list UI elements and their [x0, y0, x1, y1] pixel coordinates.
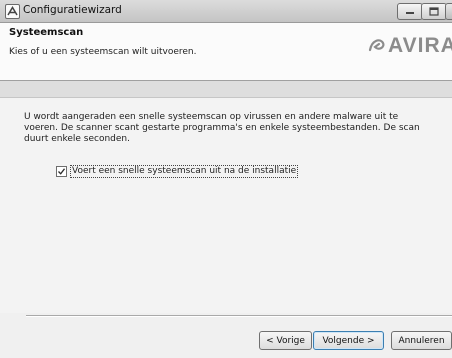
window-title: Configuratiewizard: [23, 4, 122, 16]
avira-logo-icon: [368, 39, 385, 52]
scan-description: U wordt aangeraden een snelle systeemsca…: [24, 112, 420, 144]
close-button[interactable]: [445, 3, 452, 20]
next-button[interactable]: Volgende >: [313, 331, 384, 350]
footer-separator: [26, 315, 452, 317]
avira-logo-text: AVIRA: [388, 34, 452, 57]
page-subtitle: Kies of u een systeemscan wilt uitvoeren…: [9, 47, 197, 57]
wizard-window: Configuratiewizard Systeemscan Kies of u…: [0, 0, 452, 358]
checkmark-icon: [58, 168, 65, 175]
title-bar[interactable]: Configuratiewizard: [0, 0, 452, 23]
quick-scan-checkbox[interactable]: [56, 166, 67, 177]
maximize-icon: [429, 7, 439, 16]
page-title: Systeemscan: [9, 27, 84, 38]
maximize-button[interactable]: [421, 3, 447, 20]
minimize-icon: [406, 12, 414, 14]
header-divider-band: [0, 81, 452, 98]
wizard-content: U wordt aangeraden een snelle systeemsca…: [0, 98, 452, 313]
wizard-header: Systeemscan Kies of u een systeemscan wi…: [0, 23, 452, 81]
previous-button[interactable]: < Vorige: [259, 331, 312, 350]
cancel-button[interactable]: Annuleren: [391, 331, 452, 350]
app-icon: [5, 4, 20, 19]
quick-scan-label[interactable]: Voert een snelle systeemscan uit na de i…: [70, 165, 299, 178]
minimize-button[interactable]: [397, 3, 423, 20]
